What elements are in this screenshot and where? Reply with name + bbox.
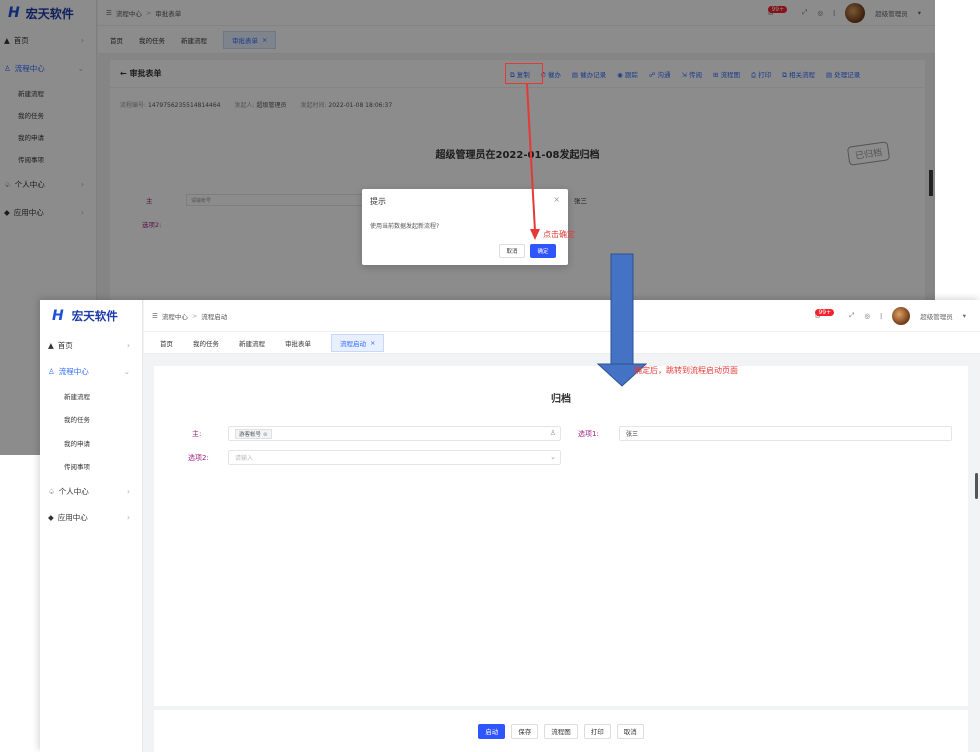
jump-note: 确定后，跳转到流程启动页面 <box>634 366 738 375</box>
blue-arrow-annotation <box>596 253 648 387</box>
stage: H 宏天软件 ▲ 首页 › ♙ 流程中心 ⌄ 新建流程 我的任务 我的申请 传阅… <box>0 0 980 752</box>
